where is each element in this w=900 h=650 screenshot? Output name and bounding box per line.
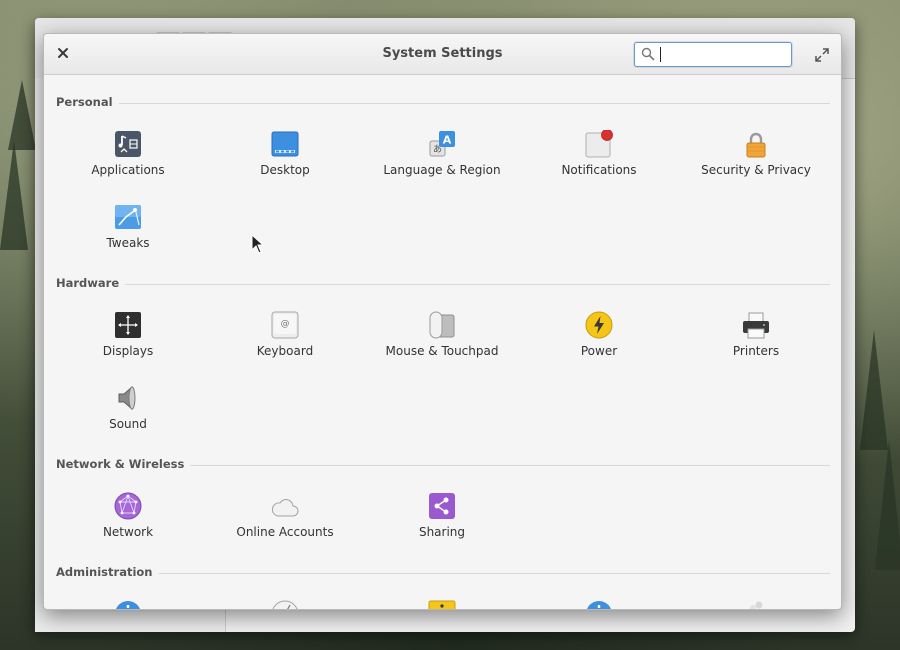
settings-item-label: Online Accounts [236, 525, 334, 539]
clock-icon [272, 600, 298, 609]
wallpaper-tree [860, 330, 888, 450]
settings-item-applications[interactable]: Applications [53, 130, 203, 188]
section-network-wireless: Network & Wireless [56, 457, 830, 473]
settings-item-label: Security & Privacy [701, 163, 811, 177]
settings-item-administration-1[interactable] [53, 600, 203, 609]
system-settings-window: System Settings Personal Applications De… [43, 33, 842, 610]
applications-icon [115, 131, 141, 157]
settings-item-notifications[interactable]: Notifications [524, 130, 674, 188]
search-field[interactable] [634, 42, 792, 67]
maximize-icon [815, 48, 829, 62]
settings-item-network[interactable]: Network [53, 492, 203, 550]
svg-text:@: @ [281, 319, 290, 329]
about-icon [116, 601, 140, 609]
settings-item-label: Notifications [561, 163, 637, 177]
sharing-icon [429, 493, 455, 519]
settings-item-language-region[interactable]: あ A Language & Region [367, 130, 517, 188]
section-title: Network & Wireless [56, 457, 191, 471]
settings-item-displays[interactable]: Displays [53, 311, 203, 369]
settings-item-security-privacy[interactable]: Security & Privacy [681, 130, 831, 188]
section-administration: Administration [56, 565, 830, 581]
settings-content: Personal Applications Desktop あ A Langua… [44, 75, 841, 609]
section-divider [56, 573, 830, 574]
settings-item-label: Sound [109, 417, 147, 431]
settings-item-label: Applications [91, 163, 165, 177]
settings-item-desktop[interactable]: Desktop [210, 130, 360, 188]
settings-item-label: Keyboard [256, 344, 314, 358]
settings-item-online-accounts[interactable]: Online Accounts [210, 492, 360, 550]
settings-item-label: Mouse & Touchpad [385, 344, 499, 358]
settings-item-label: Tweaks [106, 236, 150, 250]
settings-item-sharing[interactable]: Sharing [367, 492, 517, 550]
settings-item-printers[interactable]: Printers [681, 311, 831, 369]
search-input[interactable] [659, 45, 784, 63]
settings-item-sound[interactable]: Sound [53, 384, 203, 442]
settings-item-administration-5[interactable] [681, 600, 831, 609]
section-divider [56, 103, 830, 104]
svg-text:A: A [443, 134, 452, 147]
settings-item-label: Displays [102, 344, 154, 358]
notifications-icon [585, 130, 613, 158]
settings-item-label: Desktop [260, 163, 310, 177]
settings-item-power[interactable]: Power [524, 311, 674, 369]
security-privacy-icon [746, 132, 766, 158]
titlebar: System Settings [44, 34, 841, 75]
maximize-button[interactable] [815, 47, 829, 62]
settings-item-administration-4[interactable] [524, 600, 674, 609]
section-title: Personal [56, 95, 119, 109]
tweaks-icon [115, 205, 141, 229]
settings-item-label: Power [580, 344, 618, 358]
parental-controls-icon [428, 600, 456, 609]
settings-item-label: Network [102, 525, 154, 539]
search-icon [641, 47, 655, 61]
keyboard-icon: @ [271, 311, 299, 339]
settings-item-administration-2[interactable] [210, 600, 360, 609]
settings-item-mouse-touchpad[interactable]: Mouse & Touchpad [367, 311, 517, 369]
power-icon [585, 311, 613, 339]
settings-item-tweaks[interactable]: Tweaks [53, 203, 203, 261]
section-divider [56, 284, 830, 285]
displays-icon [115, 312, 141, 338]
mouse-pointer-icon [251, 234, 265, 254]
settings-item-label: Printers [732, 344, 780, 358]
text-caret [660, 47, 661, 62]
language-region-icon: あ A [429, 131, 455, 157]
sound-icon [118, 385, 136, 411]
settings-item-administration-3[interactable] [367, 600, 517, 609]
online-accounts-icon [272, 499, 299, 517]
section-personal: Personal [56, 95, 830, 111]
section-hardware: Hardware [56, 276, 830, 292]
section-title: Hardware [56, 276, 126, 290]
user-accounts-icon [750, 601, 763, 609]
mouse-touchpad-icon [429, 311, 455, 339]
wallpaper-tree [0, 140, 28, 250]
wallpaper-tree [875, 440, 900, 570]
settings-item-label: Language & Region [383, 163, 501, 177]
desktop-icon [271, 131, 299, 157]
info-icon [587, 601, 611, 609]
printer-icon [743, 312, 769, 339]
network-icon [114, 492, 142, 520]
settings-item-keyboard[interactable]: @ Keyboard [210, 311, 360, 369]
section-title: Administration [56, 565, 159, 579]
settings-item-label: Sharing [418, 525, 466, 539]
